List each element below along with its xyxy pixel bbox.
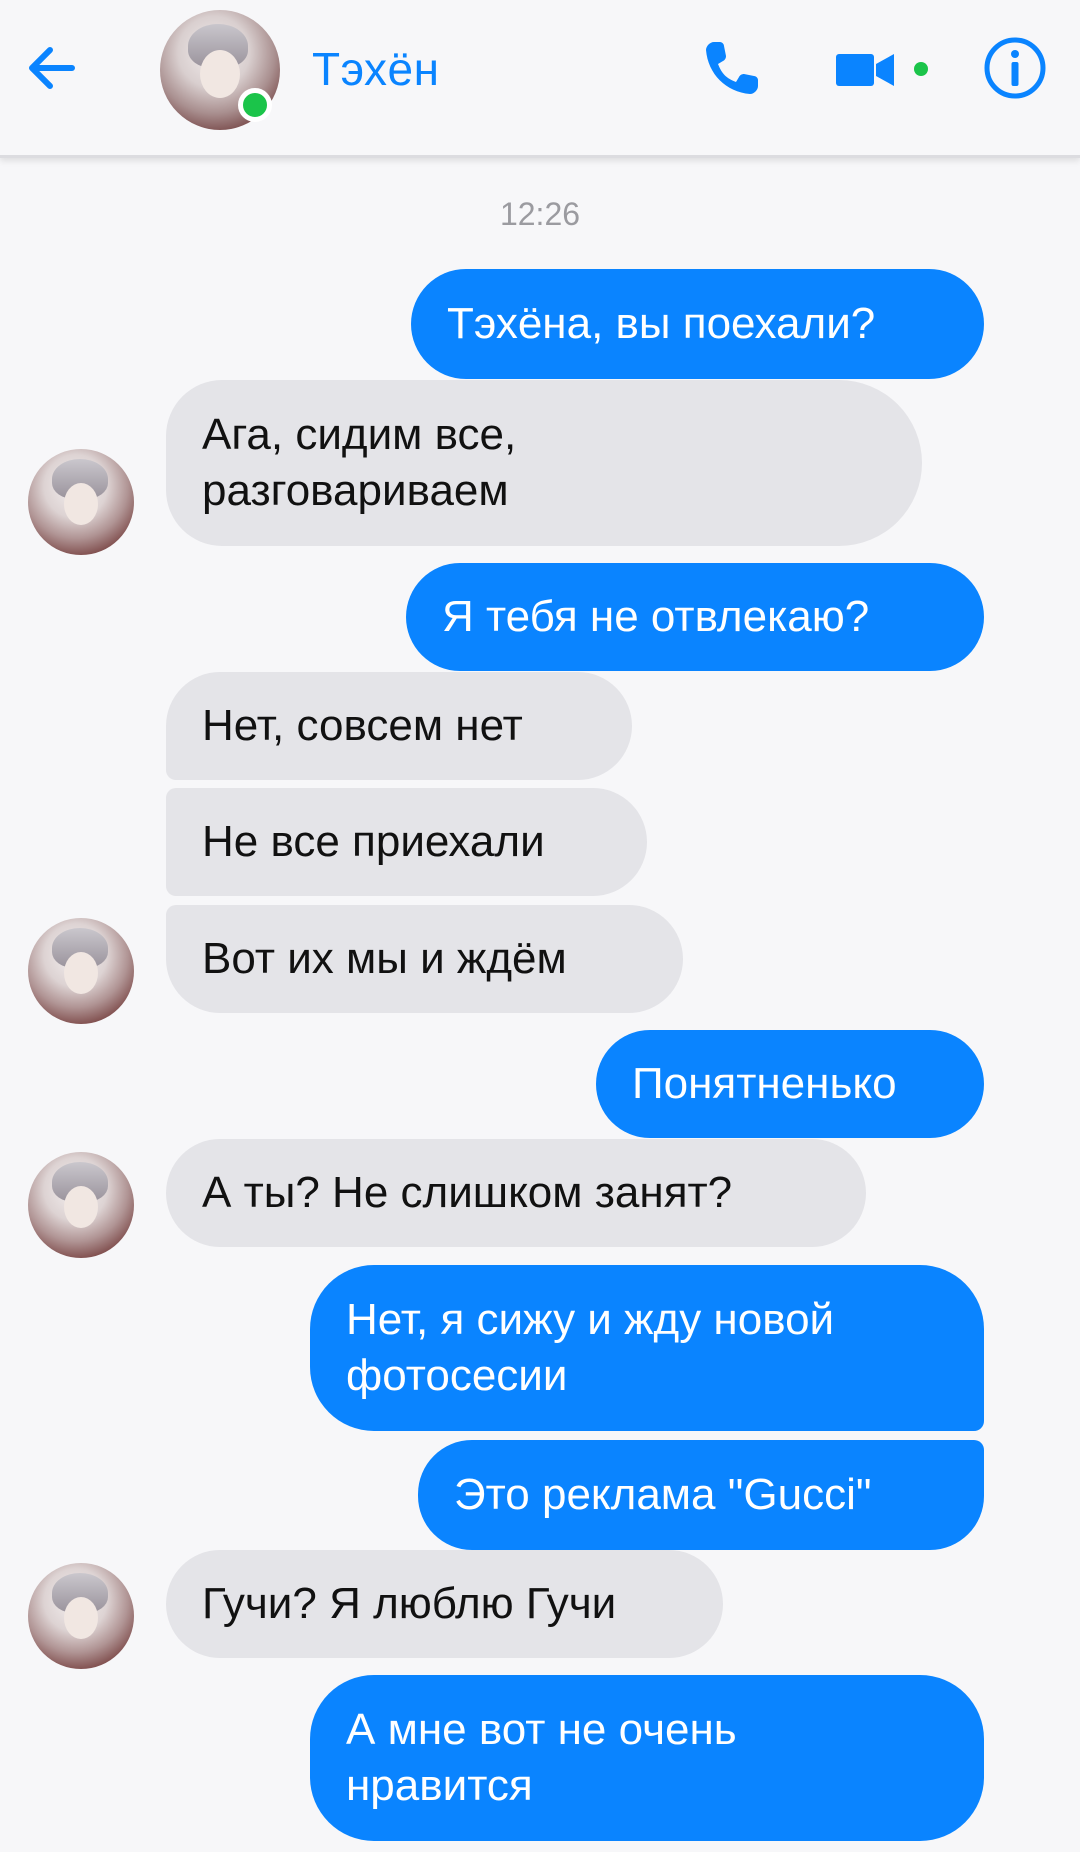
outgoing-message[interactable]: Нет, я сижу и жду новой фотосесии [310,1265,984,1431]
contact-name[interactable]: Тэхён [312,42,440,96]
contact-avatar-small[interactable] [28,449,134,555]
chat-screen: Тэхён 12:26 Тэхёна, вы поехали? Ага, сид… [0,0,1080,1852]
video-camera-icon [836,54,894,86]
back-button[interactable] [20,36,84,100]
outgoing-message[interactable]: Тэхёна, вы поехали? [411,269,984,379]
contact-avatar-small[interactable] [28,1563,134,1669]
outgoing-message[interactable]: Я тебя не отвлекаю? [406,563,984,671]
video-online-dot [914,62,928,76]
contact-avatar-small[interactable] [28,918,134,1024]
outgoing-message[interactable]: Понятненько [596,1030,984,1138]
incoming-message[interactable]: Вот их мы и ждём [166,905,683,1013]
message-timestamp: 12:26 [499,196,581,232]
phone-icon [706,42,758,94]
video-call-button[interactable] [836,50,896,90]
incoming-message[interactable]: Не все приехали [166,788,647,896]
info-button[interactable] [983,36,1047,100]
outgoing-message[interactable]: Это реклама "Gucci" [418,1440,984,1550]
incoming-message[interactable]: Нет, совсем нет [166,672,632,780]
incoming-message[interactable]: А ты? Не слишком занят? [166,1139,866,1247]
contact-avatar-small[interactable] [28,1152,134,1258]
info-icon [984,37,1046,99]
incoming-message[interactable]: Гучи? Я люблю Гучи [166,1550,723,1658]
contact-avatar[interactable] [160,10,280,130]
incoming-message[interactable]: Ага, сидим все, разговариваем [166,380,922,546]
online-status-dot [238,88,272,122]
arrow-left-icon [29,47,75,89]
chat-header: Тэхён [0,0,1080,158]
outgoing-message[interactable]: А мне вот не очень нравится [310,1675,984,1841]
voice-call-button[interactable] [700,36,764,100]
